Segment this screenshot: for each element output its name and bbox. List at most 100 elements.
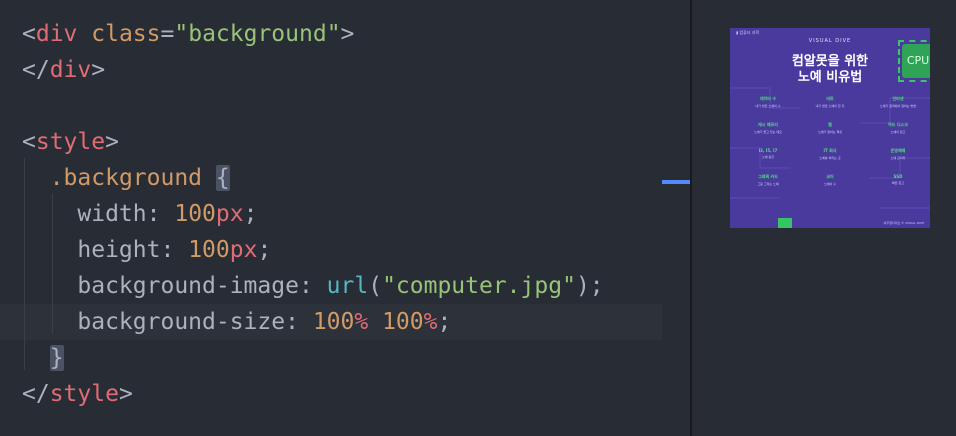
poster-cell-heading: 인터넷 (892, 96, 904, 101)
code-token: </ (22, 57, 50, 83)
code-token: ); (575, 273, 604, 299)
code-line[interactable]: background-size: 100% 100%; (0, 304, 712, 340)
poster-grid-cell (800, 200, 860, 202)
poster-grid-cell (738, 200, 798, 202)
code-token: : (146, 201, 175, 227)
code-token: div (35, 21, 78, 47)
code-token: 100 (188, 237, 230, 263)
poster-grid-cell: 데이터 수내가 받은 노예의 수 (738, 96, 798, 108)
poster-cell-text: 노예를 부리는 곳 (819, 156, 841, 160)
cpu-chip-icon: CPU (902, 44, 930, 78)
indent-guide (52, 194, 53, 334)
code-token: : (160, 237, 189, 263)
code-token: > (91, 57, 106, 83)
poster-grid-cell: 램 노예가 일하는 책상 (800, 122, 860, 134)
code-token: px (229, 237, 258, 263)
poster-grid-cell: 코어노예의 수 (800, 174, 860, 186)
code-line[interactable]: </style> (0, 376, 712, 412)
code-token: "computer.jpg" (382, 273, 576, 299)
code-token: url (326, 273, 369, 299)
code-token: = (160, 21, 175, 47)
green-accent-bar (778, 218, 792, 228)
code-line[interactable]: .background { (0, 160, 712, 196)
code-token: < (22, 21, 36, 47)
poster-cell-text: 노예 관리자 (890, 156, 906, 160)
code-line[interactable]: <div class="background"> (0, 16, 712, 52)
poster-cell-heading: 하드 디스크 (888, 122, 908, 127)
code-token: : (298, 273, 327, 299)
code-line[interactable]: height: 100px; (0, 232, 712, 268)
code-token: ; (243, 201, 258, 227)
code-line[interactable]: background-image: url("computer.jpg"); (0, 268, 712, 304)
code-token: height (77, 237, 161, 263)
code-token: </ (22, 381, 50, 407)
poster-grid-cell: 그래픽 카드그림 그리는 노예 (738, 174, 798, 186)
code-token: > (340, 21, 355, 47)
poster-cell-text: 노예의 수 (824, 182, 836, 186)
poster-grid-cell: I3, I5, I7 노예 등급 (738, 148, 798, 159)
code-token: % (354, 309, 369, 335)
code-token: > (118, 381, 133, 407)
poster-cell-heading: 그래픽 카드 (758, 174, 778, 179)
vertical-scrollbar[interactable] (662, 0, 690, 436)
poster-cell-heading: SSD (893, 174, 903, 179)
poster-grid-cell: 비트 내가 받은 노예의 한 자 (800, 96, 860, 108)
code-token: { (215, 165, 230, 191)
code-token: % (423, 309, 438, 335)
code-token: background-image (77, 273, 299, 299)
poster-grid-cell: SSD 빠른 창고 (868, 174, 928, 185)
code-token: 100 (312, 309, 355, 335)
poster-cell-text: 내가 받은 노예의 한 자 (815, 104, 845, 108)
code-line[interactable]: <style> (0, 124, 712, 160)
code-token: width (77, 201, 147, 227)
poster-cell-heading: 캐시 메모리 (758, 122, 778, 127)
poster-footer: 비주얼다이브 © VISUAL DIVE (883, 221, 924, 225)
code-token: style (49, 381, 119, 407)
poster-grid-cell: 하드 디스크 노예의 창고 (868, 122, 928, 134)
poster-cell-text: 그림 그리는 노예 (757, 182, 779, 186)
code-line[interactable]: </div> (0, 52, 712, 88)
poster-cell-text: 노예 등급 (762, 155, 774, 159)
poster-grid-cell: IT 회사노예를 부리는 곳 (800, 148, 860, 160)
poster-cell-text: 빠른 창고 (892, 181, 904, 185)
poster-cell-heading: IT 회사 (823, 148, 837, 153)
code-token: 100 (174, 201, 216, 227)
code-token: px (215, 201, 244, 227)
code-token: style (35, 129, 106, 155)
poster-grid-cell: 운영체제노예 관리자 (868, 148, 928, 160)
code-token: ; (257, 237, 272, 263)
code-line[interactable]: } (0, 340, 712, 376)
code-token: "background" (174, 21, 341, 47)
code-line[interactable] (0, 88, 712, 124)
code-token: < (22, 129, 36, 155)
poster-cell-heading: 코어 (826, 174, 834, 179)
poster-cell-heading: 데이터 수 (759, 96, 777, 101)
code-token: div (49, 57, 92, 83)
poster-caption: ▮ 컴퓨터 과학 (736, 30, 760, 35)
code-token: > (105, 129, 119, 155)
indent-guide (24, 158, 25, 370)
code-token: ( (368, 273, 383, 299)
poster-grid-cell: 캐시 메모리노예가 들고 있는 메모 (738, 122, 798, 134)
poster-cell-text: 노예가 들고 있는 메모 (754, 130, 782, 134)
poster-cell-text: 노예가 원격에서 일하는 방법 (880, 104, 916, 108)
poster-grid-cell (868, 200, 928, 202)
code-editor[interactable]: <div class="background"> </div> <style> .b… (0, 0, 712, 436)
poster-grid-cell: 인터넷노예가 원격에서 일하는 방법 (868, 96, 928, 108)
code-line[interactable]: width: 100px; (0, 196, 712, 232)
code-token: background-size (77, 309, 286, 335)
scroll-position-marker[interactable] (662, 180, 690, 184)
poster-cell-text: 내가 받은 노예의 수 (755, 104, 781, 108)
poster-cell-heading: 운영체제 (890, 148, 906, 153)
code-token: .background (49, 165, 203, 191)
poster-cell-text: 노예가 일하는 책상 (818, 130, 842, 134)
